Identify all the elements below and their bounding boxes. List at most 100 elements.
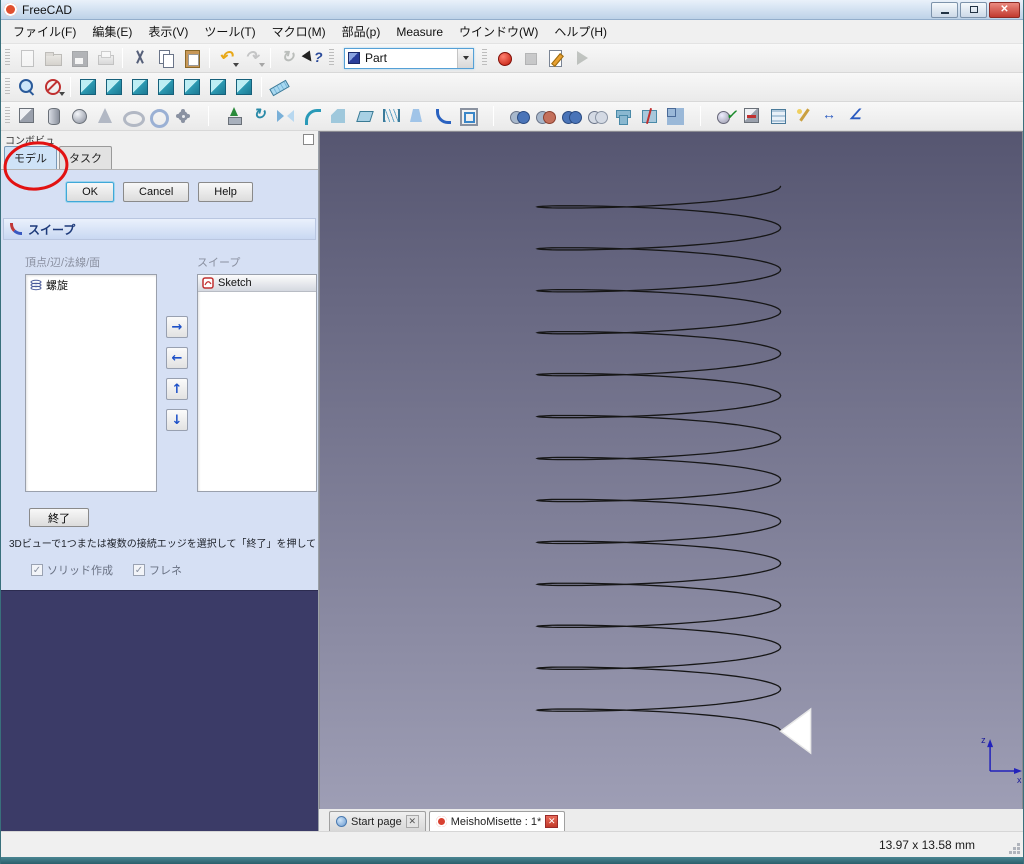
- new-button[interactable]: [14, 46, 40, 71]
- draw-style-button[interactable]: [40, 75, 66, 100]
- done-button[interactable]: 終了: [29, 508, 89, 527]
- print-button[interactable]: [92, 46, 118, 71]
- open-button[interactable]: [40, 46, 66, 71]
- save-button[interactable]: [66, 46, 92, 71]
- part-chamfer-button[interactable]: [325, 104, 351, 129]
- part-join-button[interactable]: [610, 104, 636, 129]
- macro-stop-button[interactable]: [517, 46, 543, 71]
- part-tube-button[interactable]: [144, 104, 170, 129]
- menu-item[interactable]: ウインドウ(W): [451, 20, 546, 43]
- list-item-helix[interactable]: 螺旋: [26, 275, 156, 295]
- redo-button[interactable]: [240, 46, 266, 71]
- tab-start-page[interactable]: Start page ✕: [329, 811, 426, 831]
- part-union-button[interactable]: [558, 104, 584, 129]
- part-compound-button[interactable]: [662, 104, 688, 129]
- menu-item[interactable]: ヘルプ(H): [546, 20, 615, 43]
- toolbar-grip[interactable]: [5, 107, 10, 125]
- view-left-button[interactable]: [231, 75, 257, 100]
- cancel-button[interactable]: Cancel: [123, 182, 189, 202]
- refresh-button[interactable]: [275, 46, 301, 71]
- toolbar-grip[interactable]: [5, 78, 10, 96]
- 3d-viewport[interactable]: z x: [319, 131, 1023, 809]
- create-solid-checkbox[interactable]: ✓ ソリッド作成: [31, 562, 113, 578]
- view-front-button[interactable]: [101, 75, 127, 100]
- copy-button[interactable]: [153, 46, 179, 71]
- dock-float-icon[interactable]: [303, 134, 314, 145]
- macro-play-button[interactable]: [569, 46, 595, 71]
- part-crosssections-button[interactable]: [765, 104, 791, 129]
- part-offset-button[interactable]: [455, 104, 481, 129]
- toolbar-grip[interactable]: [329, 49, 334, 67]
- sweep-section-header[interactable]: スイープ: [3, 218, 316, 240]
- move-up-button[interactable]: ↑: [166, 378, 188, 400]
- toolbar-grip[interactable]: [5, 49, 10, 67]
- part-cut-button[interactable]: [532, 104, 558, 129]
- view-axonometric-button[interactable]: [75, 75, 101, 100]
- part-measure-angular-button[interactable]: [843, 104, 869, 129]
- menu-item[interactable]: ツール(T): [196, 20, 263, 43]
- dropdown-arrow-icon[interactable]: [457, 49, 473, 68]
- close-button[interactable]: ✕: [989, 2, 1020, 18]
- toolbar-grip[interactable]: [482, 49, 487, 67]
- part-mirror-button[interactable]: [273, 104, 299, 129]
- part-loft-button[interactable]: [403, 104, 429, 129]
- part-shapebuilder-button[interactable]: [791, 104, 817, 129]
- cut-button[interactable]: [127, 46, 153, 71]
- maximize-button[interactable]: [960, 2, 987, 18]
- part-defeaturing-button[interactable]: [739, 104, 765, 129]
- move-down-button[interactable]: ↓: [166, 409, 188, 431]
- part-primitives-button[interactable]: [170, 104, 196, 129]
- menu-item[interactable]: 編集(E): [84, 20, 140, 43]
- title-bar[interactable]: FreeCAD ✕: [1, 0, 1023, 20]
- view-right-button[interactable]: [153, 75, 179, 100]
- part-sweep-button[interactable]: [429, 104, 455, 129]
- move-right-button[interactable]: →: [166, 316, 188, 338]
- close-tab-icon[interactable]: ✕: [545, 815, 558, 828]
- part-cone-button[interactable]: [92, 104, 118, 129]
- part-sphere-icon: [69, 106, 89, 126]
- menu-item[interactable]: ファイル(F): [5, 20, 84, 43]
- measure-button[interactable]: [266, 75, 292, 100]
- view-rear-button[interactable]: [179, 75, 205, 100]
- ok-button[interactable]: OK: [66, 182, 114, 202]
- tab-task[interactable]: タスク: [59, 146, 112, 169]
- resize-grip[interactable]: [1007, 841, 1023, 857]
- part-checkgeometry-button[interactable]: [713, 104, 739, 129]
- whatsthis-button[interactable]: [301, 46, 327, 71]
- close-tab-icon[interactable]: ✕: [406, 815, 419, 828]
- help-button[interactable]: Help: [198, 182, 253, 202]
- menu-item[interactable]: 部品(p): [334, 20, 389, 43]
- part-extrude-button[interactable]: [221, 104, 247, 129]
- part-measure-linear-button[interactable]: [817, 104, 843, 129]
- list-item-sketch[interactable]: Sketch: [198, 275, 316, 292]
- view-bottom-button[interactable]: [205, 75, 231, 100]
- part-cylinder-button[interactable]: [40, 104, 66, 129]
- view-top-button[interactable]: [127, 75, 153, 100]
- part-boolean-button[interactable]: [506, 104, 532, 129]
- frenet-checkbox[interactable]: ✓ フレネ: [133, 562, 182, 578]
- part-sphere-button[interactable]: [66, 104, 92, 129]
- menu-item[interactable]: 表示(V): [140, 20, 196, 43]
- menu-item[interactable]: マクロ(M): [264, 20, 334, 43]
- workbench-selector[interactable]: Part: [344, 48, 474, 69]
- move-left-button[interactable]: ←: [166, 347, 188, 369]
- part-split-button[interactable]: [636, 104, 662, 129]
- sweep-list[interactable]: Sketch: [197, 274, 317, 492]
- part-ruledsurface-button[interactable]: [377, 104, 403, 129]
- macro-edit-button[interactable]: [543, 46, 569, 71]
- part-fillet-button[interactable]: [299, 104, 325, 129]
- undo-button[interactable]: [214, 46, 240, 71]
- part-revolve-button[interactable]: [247, 104, 273, 129]
- fit-all-button[interactable]: [14, 75, 40, 100]
- part-torus-button[interactable]: [118, 104, 144, 129]
- paste-button[interactable]: [179, 46, 205, 71]
- menu-item[interactable]: Measure: [388, 22, 451, 42]
- part-makeface-button[interactable]: [351, 104, 377, 129]
- part-intersection-button[interactable]: [584, 104, 610, 129]
- tab-model[interactable]: モデル: [4, 146, 57, 169]
- macro-record-button[interactable]: [491, 46, 517, 71]
- tab-document[interactable]: MeishoMisette : 1* ✕: [429, 811, 565, 831]
- source-list[interactable]: 螺旋: [25, 274, 157, 492]
- minimize-button[interactable]: [931, 2, 958, 18]
- part-box-button[interactable]: [14, 104, 40, 129]
